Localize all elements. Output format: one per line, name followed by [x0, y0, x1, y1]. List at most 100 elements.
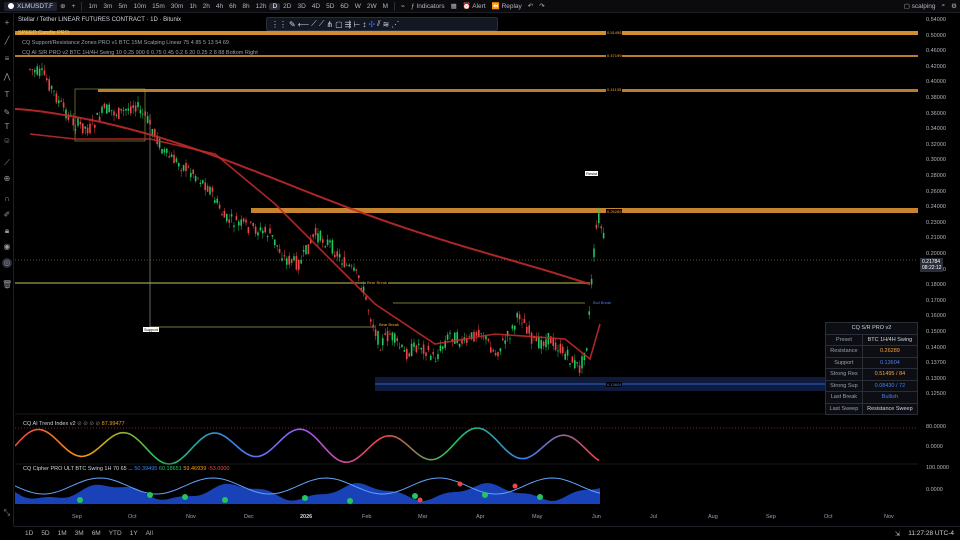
pattern-icon[interactable]: ⋀ [2, 72, 12, 82]
timeframe-15m[interactable]: 15m [149, 3, 168, 10]
timeframe-M[interactable]: M [380, 3, 391, 10]
timeframe-4h[interactable]: 4h [213, 3, 226, 10]
timeframe-12h[interactable]: 12h [253, 3, 270, 10]
buy-dot [412, 493, 418, 499]
timeframe-3m[interactable]: 3m [100, 3, 115, 10]
clock-label[interactable]: 11:27:28 UTC-4 [908, 530, 954, 537]
drag-handle-icon[interactable]: ⋮⋮ [271, 20, 287, 29]
timeframe-2h[interactable]: 2h [200, 3, 213, 10]
trend-pane-label[interactable]: CQ AI Trend Index v2 ⊘ ⊘ ⊘ ⊘ 87.99477 [23, 421, 125, 427]
range-1D[interactable]: 1D [22, 530, 36, 537]
range-5D[interactable]: 5D [38, 530, 52, 537]
timeframe-5m[interactable]: 5m [115, 3, 130, 10]
eye-icon[interactable]: ◉ [2, 242, 12, 252]
gann-icon[interactable]: ⫽ [377, 19, 381, 29]
long-position-icon[interactable]: ⇶ [345, 20, 352, 29]
candle-body [103, 103, 106, 108]
layout-name-button[interactable]: ▢ scalping [901, 2, 939, 10]
sell-dot [417, 497, 423, 503]
price-range-icon[interactable]: ↕ [362, 20, 366, 29]
elliott-icon[interactable]: ⋰ [391, 20, 399, 29]
symbol-search[interactable]: XLMUSDT.F [4, 1, 58, 11]
timeframe-5D[interactable]: 5D [323, 3, 337, 10]
lock-icon[interactable]: 🔒︎ [2, 226, 12, 236]
cipher-pane-label[interactable]: CQ Cipher PRO ULT BTC Swing 1H 70 65 ...… [23, 466, 230, 472]
hline-icon[interactable]: ⟵ [298, 20, 309, 29]
fib-icon[interactable]: ≡ [2, 54, 12, 64]
ray-icon[interactable]: ⟋ [311, 19, 317, 29]
timeframe-1h[interactable]: 1h [186, 3, 199, 10]
timeframe-D[interactable]: D [269, 2, 281, 10]
timeframe-10m[interactable]: 10m [130, 3, 149, 10]
indicator-label-speed[interactable]: SPEED Candle PRO [18, 30, 69, 36]
indicator-label-srzones[interactable]: CQ Support/Resistance Zones PRO v1 BTC 1… [22, 40, 229, 46]
price-chart[interactable] [15, 14, 918, 514]
candle-body [41, 68, 43, 71]
text-icon[interactable]: T [2, 122, 12, 132]
redo-icon[interactable]: ↷ [536, 2, 547, 10]
range-1Y[interactable]: 1Y [127, 530, 141, 537]
fullscreen-icon[interactable]: ⤡ [2, 508, 12, 518]
trendline-icon[interactable]: ╱ [2, 36, 12, 46]
magnet-icon[interactable]: ∩ [2, 194, 12, 204]
emoji-icon[interactable]: ☺ [2, 136, 12, 146]
timeframe-W[interactable]: W [352, 3, 364, 10]
object-tree-icon[interactable]: ◎ [2, 258, 12, 268]
search-icon[interactable]: ⌕ [939, 2, 949, 10]
chart-type-icon[interactable]: ⌁ [398, 2, 408, 10]
candle-body [521, 322, 523, 324]
timeframe-1m[interactable]: 1m [85, 3, 100, 10]
candle-body [559, 343, 562, 353]
sell-dot [512, 483, 518, 489]
timeframe-6D[interactable]: 6D [337, 3, 351, 10]
timeframe-6h[interactable]: 6h [226, 3, 239, 10]
settings-icon[interactable]: ⚙ [948, 2, 960, 10]
timeframe-30m[interactable]: 30m [168, 3, 187, 10]
layouts-icon[interactable]: ▦ [448, 2, 460, 10]
candle-body [413, 342, 415, 347]
calendar-icon[interactable]: ⇲ [895, 530, 900, 538]
candle-body [264, 226, 266, 233]
trend-pane-name: CQ AI Trend Index v2 [23, 421, 76, 427]
timeframe-3D[interactable]: 3D [294, 3, 308, 10]
stay-drawing-icon[interactable]: ✐ [2, 210, 12, 220]
brush-icon[interactable]: ✎ [2, 108, 12, 118]
rect-icon[interactable]: ▢ [335, 20, 343, 29]
text-tool-icon[interactable]: T [2, 90, 12, 100]
alert-button[interactable]: ⏰ Alert [460, 2, 489, 10]
add-symbol-icon[interactable]: + [69, 3, 79, 10]
range-YTD[interactable]: YTD [106, 530, 125, 537]
timeframe-2W[interactable]: 2W [364, 3, 380, 10]
candle-body [82, 123, 84, 133]
extended-line-icon[interactable]: ⟋ [319, 19, 325, 29]
zoom-icon[interactable]: ⊕ [2, 174, 12, 184]
range-All[interactable]: All [143, 530, 156, 537]
candle-body [379, 350, 382, 351]
candle-body [221, 214, 223, 216]
hs-pattern-icon[interactable]: ⊢ [353, 20, 360, 29]
range-1M[interactable]: 1M [55, 530, 70, 537]
indicators-button[interactable]: ƒ Indicators [408, 3, 448, 10]
timeframe-2D[interactable]: 2D [280, 3, 294, 10]
indicator-label-srpro[interactable]: CQ AI S/R PRO v2 BTC 1H/4H Swing 10 0.25… [22, 50, 258, 56]
ruler-icon[interactable]: ⟋ [2, 158, 12, 168]
price-axis[interactable]: 0.54000 0.50000 0.46000 0.42000 0.40000 0.380… [918, 14, 960, 414]
range-3M[interactable]: 3M [72, 530, 87, 537]
trash-icon[interactable]: 🗑︎ [2, 280, 12, 290]
fib-tool-icon[interactable]: ≋ [383, 20, 390, 29]
price-tick: 0.32000 [926, 141, 946, 148]
timeframe-4D[interactable]: 4D [309, 3, 323, 10]
candle-body [96, 112, 98, 115]
undo-icon[interactable]: ↶ [525, 2, 536, 10]
pen-icon[interactable]: ✎ [289, 20, 296, 29]
crosshair-icon[interactable]: + [2, 18, 12, 28]
compare-icon[interactable]: ⊕ [57, 2, 68, 10]
replay-button[interactable]: ⏪ Replay [489, 2, 525, 10]
candle-body [36, 66, 38, 75]
timeframe-8h[interactable]: 8h [239, 3, 252, 10]
pitchfork-icon[interactable]: ⋔ [326, 20, 333, 29]
range-6M[interactable]: 6M [89, 530, 104, 537]
crosshair-tool-icon[interactable]: ✣ [368, 20, 375, 29]
candle-body [590, 278, 593, 285]
price-tick: 0.50000 [926, 32, 946, 39]
